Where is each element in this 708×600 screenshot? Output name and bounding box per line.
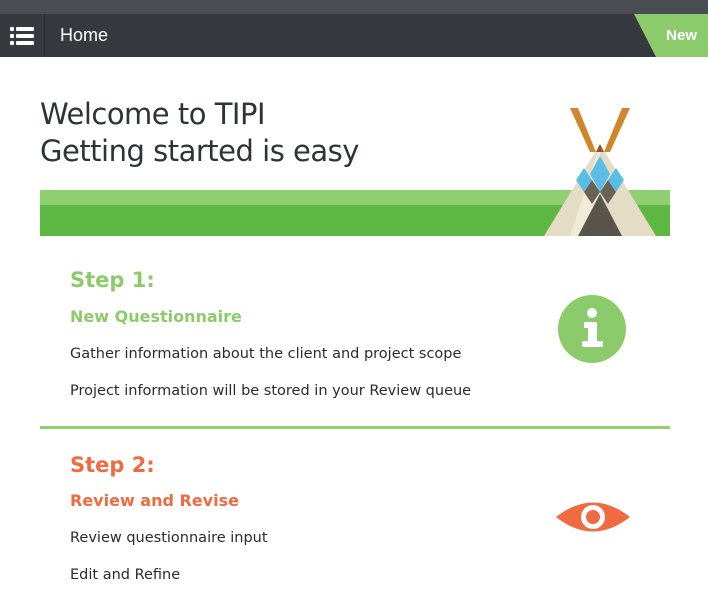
step-2-line-1-wrap: Review questionnaire input — [70, 530, 268, 546]
step-1-line-1-wrap: Gather information about the client and … — [70, 346, 461, 362]
step-1-line-2-wrap: Project information will be stored in yo… — [70, 383, 471, 399]
step-1-line-1: Gather information about the client and … — [70, 346, 462, 362]
step-2-title[interactable]: Review and Revise — [70, 491, 239, 510]
welcome-title: Welcome to TIPI — [40, 97, 266, 131]
menu-button[interactable] — [0, 14, 45, 57]
step-1-line-2: Project information will be stored in yo… — [70, 383, 472, 399]
step-2-section: Step 2: — [70, 453, 155, 477]
step-1-title-wrap: New Questionnaire — [70, 307, 242, 326]
window-top-strip — [0, 0, 708, 14]
step-1-section: Step 1: — [70, 268, 155, 292]
new-button-label: New — [666, 27, 697, 44]
step-2-heading: Step 2: — [70, 453, 155, 477]
step-2-line-1: Review questionnaire input — [70, 530, 268, 546]
list-menu-icon — [10, 26, 34, 45]
welcome-heading: Welcome to TIPI Getting started is easy — [40, 96, 359, 170]
step-2-line-2-wrap: Edit and Refine — [70, 567, 180, 583]
eye-icon — [556, 502, 630, 532]
step-1-title[interactable]: New Questionnaire — [70, 307, 242, 326]
section-divider — [40, 426, 670, 429]
welcome-subtitle: Getting started is easy — [40, 134, 359, 168]
top-navbar: Home New — [0, 14, 708, 57]
tipi-logo — [544, 108, 656, 236]
step-2-line-2: Edit and Refine — [70, 567, 181, 583]
step-1-heading: Step 1: — [70, 268, 155, 292]
new-button[interactable]: New — [634, 14, 708, 57]
step-2-title-wrap: Review and Revise — [70, 491, 239, 510]
info-icon — [558, 295, 626, 363]
page-title: Home — [60, 25, 109, 45]
